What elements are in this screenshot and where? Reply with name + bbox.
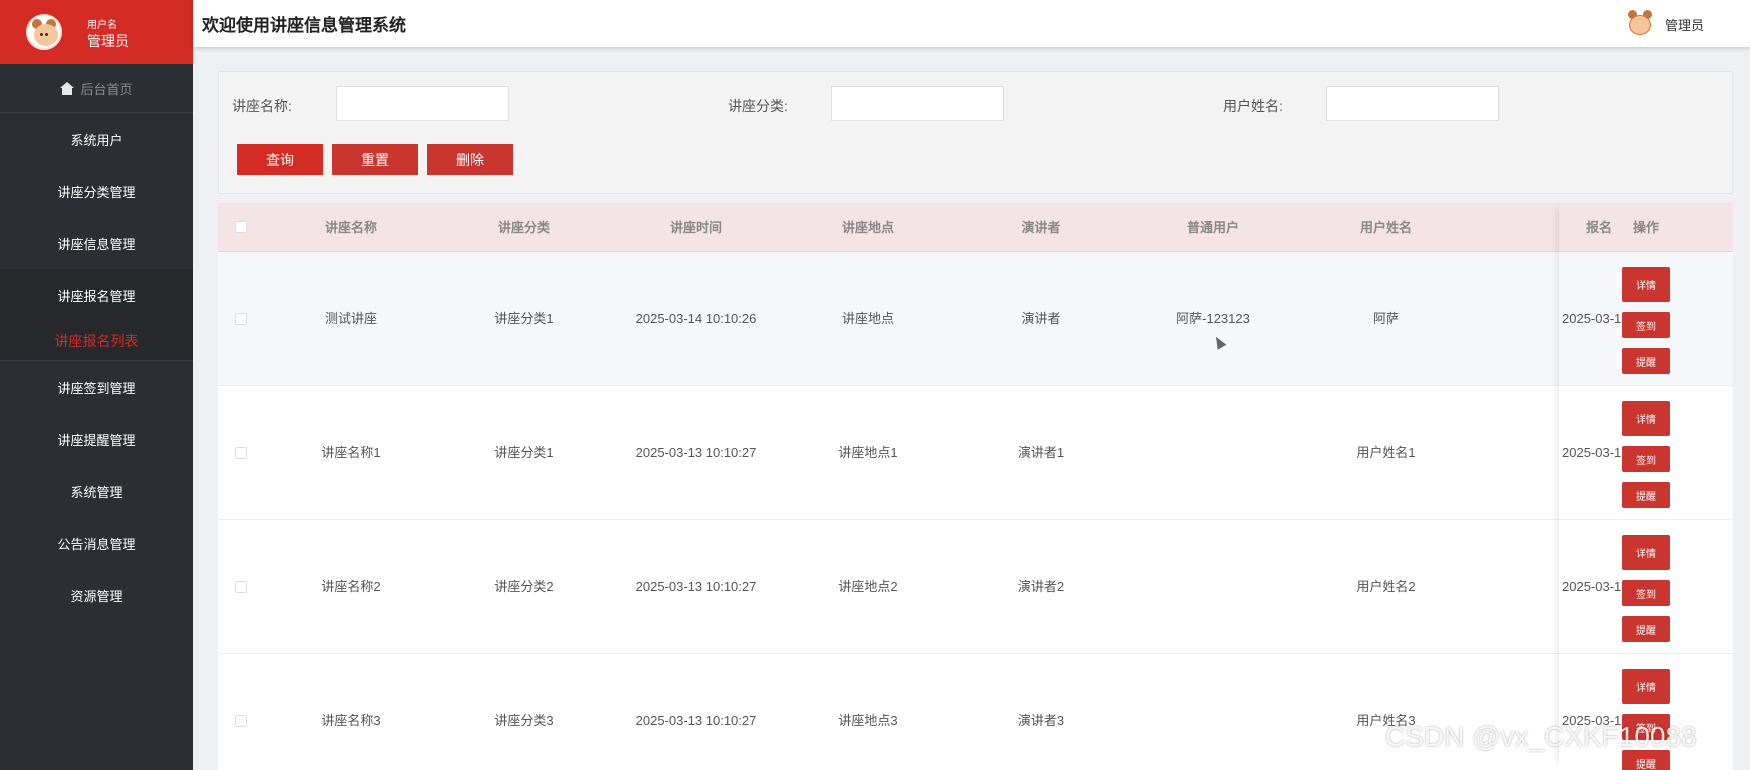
username-label: 用户名 [87,20,117,31]
table-row[interactable]: 测试讲座 讲座分类1 2025-03-14 10:10:26 讲座地点 演讲者 … [218,252,1733,386]
sidebar: 用户名 管理员 后台首页 系统用户 讲座分类管理 讲座信息管理 讲座报名管理 讲… [0,0,193,770]
sidebar-profile: 用户名 管理员 [0,0,193,64]
column-header[interactable]: 讲座名称 [325,203,377,252]
lecture-category-input[interactable] [831,86,1004,121]
column-header[interactable]: 普通用户 [1187,203,1239,252]
cell-place: 讲座地点1 [838,445,898,460]
sidebar-item-reminder-management[interactable]: 讲座提醒管理 [0,413,193,465]
row-actions: 详情 签到 提醒 [1622,535,1670,642]
sidebar-item-system-users[interactable]: 系统用户 [0,113,193,165]
search-label-lecture-category: 讲座分类: [728,98,788,114]
cell-signup: 2025-03-13 [1562,579,1629,594]
row-checkbox[interactable] [235,447,247,459]
row-checkbox[interactable] [235,581,247,593]
cell-user: 阿萨-123123 [1176,311,1250,326]
delete-button[interactable]: 删除 [427,144,513,175]
registration-table: 讲座名称 讲座分类 讲座时间 讲座地点 演讲者 普通用户 用户姓名 报名 操作 … [218,203,1733,770]
cell-category: 讲座分类1 [494,311,554,326]
checkin-button[interactable]: 签到 [1622,312,1670,338]
table-row[interactable]: 讲座名称1 讲座分类1 2025-03-13 10:10:27 讲座地点1 演讲… [218,386,1733,520]
cell-time: 2025-03-13 10:10:27 [635,579,757,594]
cell-category: 讲座分类3 [494,713,554,728]
sidebar-item-registration-management[interactable]: 讲座报名管理 [0,269,193,321]
page-title: 欢迎使用讲座信息管理系统 [202,16,406,35]
user-name-input[interactable] [1326,86,1499,121]
query-button[interactable]: 查询 [237,144,323,175]
detail-button[interactable]: 详情 [1622,669,1670,704]
table-header: 讲座名称 讲座分类 讲座时间 讲座地点 演讲者 普通用户 用户姓名 报名 操作 [218,203,1733,252]
cell-speaker: 演讲者 [1021,311,1061,326]
sidebar-item-checkin-management[interactable]: 讲座签到管理 [0,361,193,413]
detail-button[interactable]: 详情 [1622,401,1670,436]
cell-category: 讲座分类2 [494,579,554,594]
table-row[interactable]: 讲座名称2 讲座分类2 2025-03-13 10:10:27 讲座地点2 演讲… [218,520,1733,654]
sidebar-item-system-management[interactable]: 系统管理 [0,465,193,517]
sidebar-item-resource-management[interactable]: 资源管理 [0,569,193,621]
avatar [26,14,62,50]
user-avatar[interactable] [1626,7,1654,37]
row-actions: 详情 签到 提醒 [1622,669,1670,770]
checkin-button[interactable]: 签到 [1622,580,1670,606]
sidebar-item-category-management[interactable]: 讲座分类管理 [0,165,193,217]
cell-name: 测试讲座 [324,311,378,326]
cell-time: 2025-03-14 10:10:26 [635,311,757,326]
select-all-checkbox[interactable] [235,221,247,233]
home-icon [60,81,75,95]
sidebar-item-notice-management[interactable]: 公告消息管理 [0,517,193,569]
column-header[interactable]: 演讲者 [1021,203,1060,252]
search-label-user-name: 用户姓名: [1223,98,1283,114]
sidebar-item-home[interactable]: 后台首页 [0,64,193,113]
sidebar-item-label: 后台首页 [80,81,133,97]
search-label-lecture-name: 讲座名称: [232,98,292,114]
row-actions: 详情 签到 提醒 [1622,401,1670,508]
detail-button[interactable]: 详情 [1622,267,1670,302]
column-header[interactable]: 报名 [1586,203,1612,252]
topbar-username[interactable]: 管理员 [1665,15,1704,34]
cell-speaker: 演讲者2 [1017,579,1065,594]
detail-button[interactable]: 详情 [1622,535,1670,570]
lecture-name-input[interactable] [336,86,509,121]
column-header[interactable]: 讲座地点 [842,203,894,252]
cell-user-name: 用户姓名1 [1356,445,1416,460]
username: 管理员 [87,33,129,49]
sidebar-item-lecture-info-management[interactable]: 讲座信息管理 [0,217,193,269]
watermark: CSDN @vx_CXKF10088 [1385,721,1697,752]
cell-name: 讲座名称3 [321,713,381,728]
cell-speaker: 演讲者3 [1017,713,1065,728]
cell-signup: 2025-03-13 [1562,445,1629,460]
remind-button[interactable]: 提醒 [1622,616,1670,642]
cell-user-name: 阿萨 [1372,311,1400,326]
remind-button[interactable]: 提醒 [1622,348,1670,374]
column-header[interactable]: 用户姓名 [1360,203,1412,252]
row-checkbox[interactable] [235,715,247,727]
cell-name: 讲座名称2 [321,579,381,594]
row-checkbox[interactable] [235,313,247,325]
topbar: 欢迎使用讲座信息管理系统 管理员 [193,0,1750,47]
cell-place: 讲座地点3 [838,713,898,728]
cell-name: 讲座名称1 [321,445,381,460]
column-header[interactable]: 讲座分类 [498,203,550,252]
cell-speaker: 演讲者1 [1017,445,1065,460]
cell-signup: 2025-03-13 [1562,311,1629,326]
remind-button[interactable]: 提醒 [1622,750,1670,770]
cell-place: 讲座地点 [841,311,895,326]
checkin-button[interactable]: 签到 [1622,446,1670,472]
cell-time: 2025-03-13 10:10:27 [635,713,757,728]
cell-time: 2025-03-13 10:10:27 [635,445,757,460]
cell-category: 讲座分类1 [494,445,554,460]
sidebar-subitem-registration-list[interactable]: 讲座报名列表 [0,321,193,361]
row-actions: 详情 签到 提醒 [1622,267,1670,374]
search-panel: 讲座名称: 讲座分类: 用户姓名: 查询 重置 删除 [218,71,1733,194]
cell-user-name: 用户姓名2 [1356,579,1416,594]
column-header[interactable]: 讲座时间 [670,203,722,252]
reset-button[interactable]: 重置 [332,144,418,175]
column-header: 操作 [1632,220,1660,235]
remind-button[interactable]: 提醒 [1622,482,1670,508]
cell-place: 讲座地点2 [838,579,898,594]
